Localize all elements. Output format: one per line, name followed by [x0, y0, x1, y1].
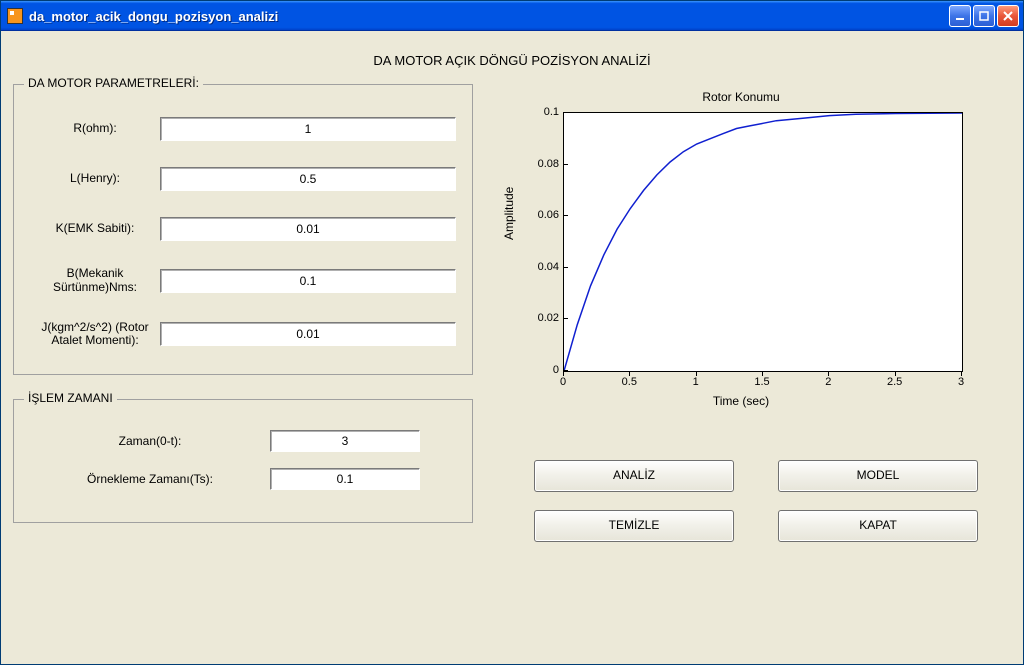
close-button[interactable] — [997, 5, 1019, 27]
param-label: B(Mekanik Sürtünme)Nms: — [30, 267, 160, 295]
close-button[interactable]: KAPAT — [778, 510, 978, 542]
time-input-t[interactable] — [270, 430, 420, 452]
model-button[interactable]: MODEL — [778, 460, 978, 492]
chart-xtick: 1 — [681, 376, 711, 388]
client-area: DA MOTOR AÇIK DÖNGÜ POZİSYON ANALİZİ DA … — [1, 31, 1023, 664]
param-row-j: J(kgm^2/s^2) (Rotor Atalet Momenti): — [30, 321, 456, 349]
button-grid: ANALİZ MODEL TEMİZLE KAPAT — [501, 460, 1011, 542]
param-label: K(EMK Sabiti): — [30, 222, 160, 236]
chart-line — [564, 113, 962, 371]
param-label: J(kgm^2/s^2) (Rotor Atalet Momenti): — [30, 321, 160, 349]
chart-xtick: 1.5 — [747, 376, 777, 388]
param-row-l: L(Henry): — [30, 167, 456, 191]
maximize-button[interactable] — [973, 5, 995, 27]
time-label: Zaman(0-t): — [30, 434, 270, 448]
matlab-icon — [7, 8, 23, 24]
window-title: da_motor_acik_dongu_pozisyon_analizi — [29, 9, 278, 24]
params-groupbox: DA MOTOR PARAMETRELERİ: R(ohm): L(Henry)… — [13, 84, 473, 375]
chart-xlabel: Time (sec) — [501, 394, 981, 408]
param-input-b[interactable] — [160, 269, 456, 293]
chart-ytick: 0 — [501, 364, 559, 376]
chart-xtick: 2.5 — [880, 376, 910, 388]
chart-ytick: 0.04 — [501, 261, 559, 273]
time-label: Örnekleme Zamanı(Ts): — [30, 472, 270, 486]
app-window: da_motor_acik_dongu_pozisyon_analizi DA … — [0, 0, 1024, 665]
plot-area — [563, 112, 963, 372]
chart-axes: Rotor Konumu Amplitude Time (sec) 00.020… — [501, 90, 981, 420]
param-row-k: K(EMK Sabiti): — [30, 217, 456, 241]
param-row-r: R(ohm): — [30, 117, 456, 141]
time-row-t: Zaman(0-t): — [30, 430, 456, 452]
param-input-r[interactable] — [160, 117, 456, 141]
minimize-button[interactable] — [949, 5, 971, 27]
titlebar: da_motor_acik_dongu_pozisyon_analizi — [1, 1, 1023, 31]
param-input-l[interactable] — [160, 167, 456, 191]
time-input-ts[interactable] — [270, 468, 420, 490]
chart-xtick: 2 — [813, 376, 843, 388]
time-row-ts: Örnekleme Zamanı(Ts): — [30, 468, 456, 490]
chart-xtick: 3 — [946, 376, 976, 388]
param-input-k[interactable] — [160, 217, 456, 241]
chart-xtick: 0.5 — [614, 376, 644, 388]
chart-ytick: 0.1 — [501, 106, 559, 118]
analyze-button[interactable]: ANALİZ — [534, 460, 734, 492]
param-label: R(ohm): — [30, 122, 160, 136]
chart-ytick: 0.08 — [501, 158, 559, 170]
chart-ytick: 0.06 — [501, 209, 559, 221]
clear-button[interactable]: TEMİZLE — [534, 510, 734, 542]
chart-xtick: 0 — [548, 376, 578, 388]
param-input-j[interactable] — [160, 322, 456, 346]
time-legend: İŞLEM ZAMANI — [24, 391, 117, 405]
page-title: DA MOTOR AÇIK DÖNGÜ POZİSYON ANALİZİ — [13, 53, 1011, 68]
chart-ytick: 0.02 — [501, 312, 559, 324]
param-row-b: B(Mekanik Sürtünme)Nms: — [30, 267, 456, 295]
param-label: L(Henry): — [30, 172, 160, 186]
params-legend: DA MOTOR PARAMETRELERİ: — [24, 76, 203, 90]
chart-title: Rotor Konumu — [501, 90, 981, 104]
time-groupbox: İŞLEM ZAMANI Zaman(0-t): Örnekleme Zaman… — [13, 399, 473, 523]
